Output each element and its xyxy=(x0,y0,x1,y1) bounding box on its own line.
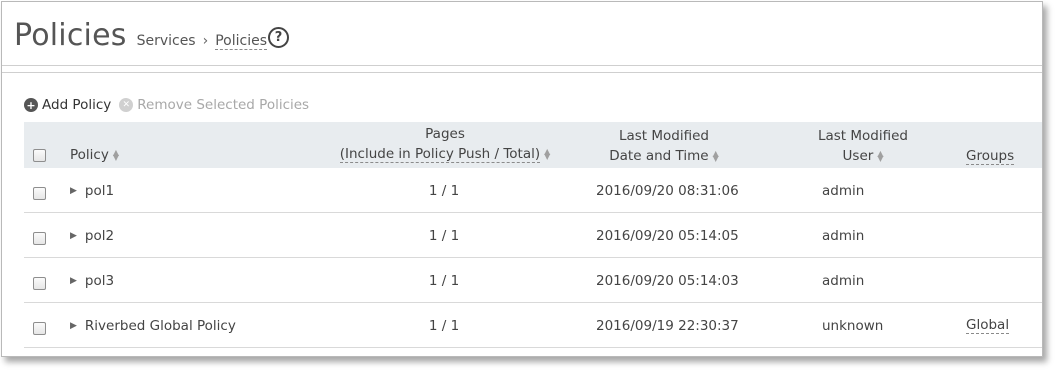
policy-name-cell[interactable]: ▶ pol3 xyxy=(70,258,114,303)
column-header-groups[interactable]: Groups xyxy=(966,146,1015,166)
pages-cell: 1 / 1 xyxy=(428,182,460,199)
policies-table: Policy ▲ ▼ Pages (Include in Policy Push /… xyxy=(24,122,1042,348)
table-row[interactable]: ▶ pol3 1 / 1 2016/09/20 05:14:03 admin xyxy=(24,258,1042,303)
toolbar: + Add Policy ✕ Remove Selected Policies xyxy=(24,97,309,113)
table-row[interactable]: ▶ pol1 1 / 1 2016/09/20 08:31:06 admin xyxy=(24,168,1042,213)
page-frame: Policies Services › Policies ? + Add Pol… xyxy=(1,1,1043,357)
page-title: Policies xyxy=(14,18,127,53)
user-cell: admin xyxy=(822,182,865,199)
column-header-policy[interactable]: Policy ▲ ▼ xyxy=(70,145,119,165)
table-row[interactable]: ▶ pol2 1 / 1 2016/09/20 05:14:05 admin xyxy=(24,213,1042,258)
remove-selected-label: Remove Selected Policies xyxy=(137,97,310,113)
column-label-pages: Pages xyxy=(425,126,465,142)
breadcrumb-separator: › xyxy=(202,33,209,49)
policy-name-cell[interactable]: ▶ pol1 xyxy=(70,168,114,213)
sort-icon: ▲ ▼ xyxy=(544,147,551,161)
policy-name: pol1 xyxy=(84,182,115,199)
breadcrumb: Services › Policies xyxy=(137,33,268,50)
column-label-date-time: Date and Time xyxy=(609,148,709,164)
row-checkbox[interactable] xyxy=(33,187,46,200)
sort-icon: ▲ ▼ xyxy=(112,148,119,162)
column-label-last-modified: Last Modified xyxy=(618,128,710,144)
table-header: Policy ▲ ▼ Pages (Include in Policy Push /… xyxy=(24,122,1042,168)
user-cell: unknown xyxy=(822,317,884,334)
remove-selected-policies-button[interactable]: ✕ Remove Selected Policies xyxy=(119,97,309,113)
policy-name: Riverbed Global Policy xyxy=(84,317,236,334)
pages-cell: 1 / 1 xyxy=(428,272,460,289)
user-cell: admin xyxy=(822,272,865,289)
policy-name-cell[interactable]: ▶ Riverbed Global Policy xyxy=(70,303,236,348)
column-label-user: User xyxy=(842,148,874,164)
column-label-groups: Groups xyxy=(966,148,1015,165)
column-label-last-modified: Last Modified xyxy=(817,128,909,144)
group-link[interactable]: Global xyxy=(966,317,1010,334)
column-label-pages-detail: (Include in Policy Push / Total) xyxy=(339,146,541,163)
add-policy-label: Add Policy xyxy=(42,97,112,113)
groups-cell: Global xyxy=(966,303,1010,348)
policy-name: pol3 xyxy=(84,272,115,289)
column-header-pages[interactable]: Pages (Include in Policy Push / Total) ▲ ▼ xyxy=(338,124,552,164)
policy-name-cell[interactable]: ▶ pol2 xyxy=(70,213,114,258)
header-divider xyxy=(2,65,1042,66)
header-divider-secondary xyxy=(2,72,1042,73)
plus-circle-icon: + xyxy=(24,98,38,112)
modified-date-cell: 2016/09/20 05:14:05 xyxy=(596,227,739,244)
user-cell: admin xyxy=(822,227,865,244)
pages-cell: 1 / 1 xyxy=(428,317,460,334)
page-header: Policies Services › Policies xyxy=(14,18,268,58)
sort-icon: ▲ ▼ xyxy=(877,149,884,163)
table-row[interactable]: ▶ Riverbed Global Policy 1 / 1 2016/09/1… xyxy=(24,303,1042,348)
expand-arrow-icon[interactable]: ▶ xyxy=(70,276,77,286)
column-header-last-modified-date[interactable]: Last Modified Date and Time ▲ ▼ xyxy=(604,126,724,166)
modified-date-cell: 2016/09/20 05:14:03 xyxy=(596,272,739,289)
sort-icon: ▲ ▼ xyxy=(712,149,719,163)
expand-arrow-icon[interactable]: ▶ xyxy=(70,231,77,241)
column-header-last-modified-user[interactable]: Last Modified User ▲ ▼ xyxy=(808,126,918,166)
select-all-checkbox[interactable] xyxy=(33,149,46,162)
help-icon[interactable]: ? xyxy=(268,27,289,48)
add-policy-button[interactable]: + Add Policy xyxy=(24,97,111,113)
expand-arrow-icon[interactable]: ▶ xyxy=(70,186,77,196)
row-checkbox[interactable] xyxy=(33,232,46,245)
breadcrumb-policies[interactable]: Policies xyxy=(215,33,268,50)
x-circle-icon: ✕ xyxy=(119,98,134,112)
expand-arrow-icon[interactable]: ▶ xyxy=(70,321,77,331)
row-checkbox[interactable] xyxy=(33,277,46,290)
pages-cell: 1 / 1 xyxy=(428,227,460,244)
column-label-policy: Policy xyxy=(70,147,109,163)
row-checkbox[interactable] xyxy=(33,322,46,335)
breadcrumb-services[interactable]: Services xyxy=(137,33,196,49)
policy-name: pol2 xyxy=(84,227,115,244)
modified-date-cell: 2016/09/19 22:30:37 xyxy=(596,317,739,334)
modified-date-cell: 2016/09/20 08:31:06 xyxy=(596,182,739,199)
